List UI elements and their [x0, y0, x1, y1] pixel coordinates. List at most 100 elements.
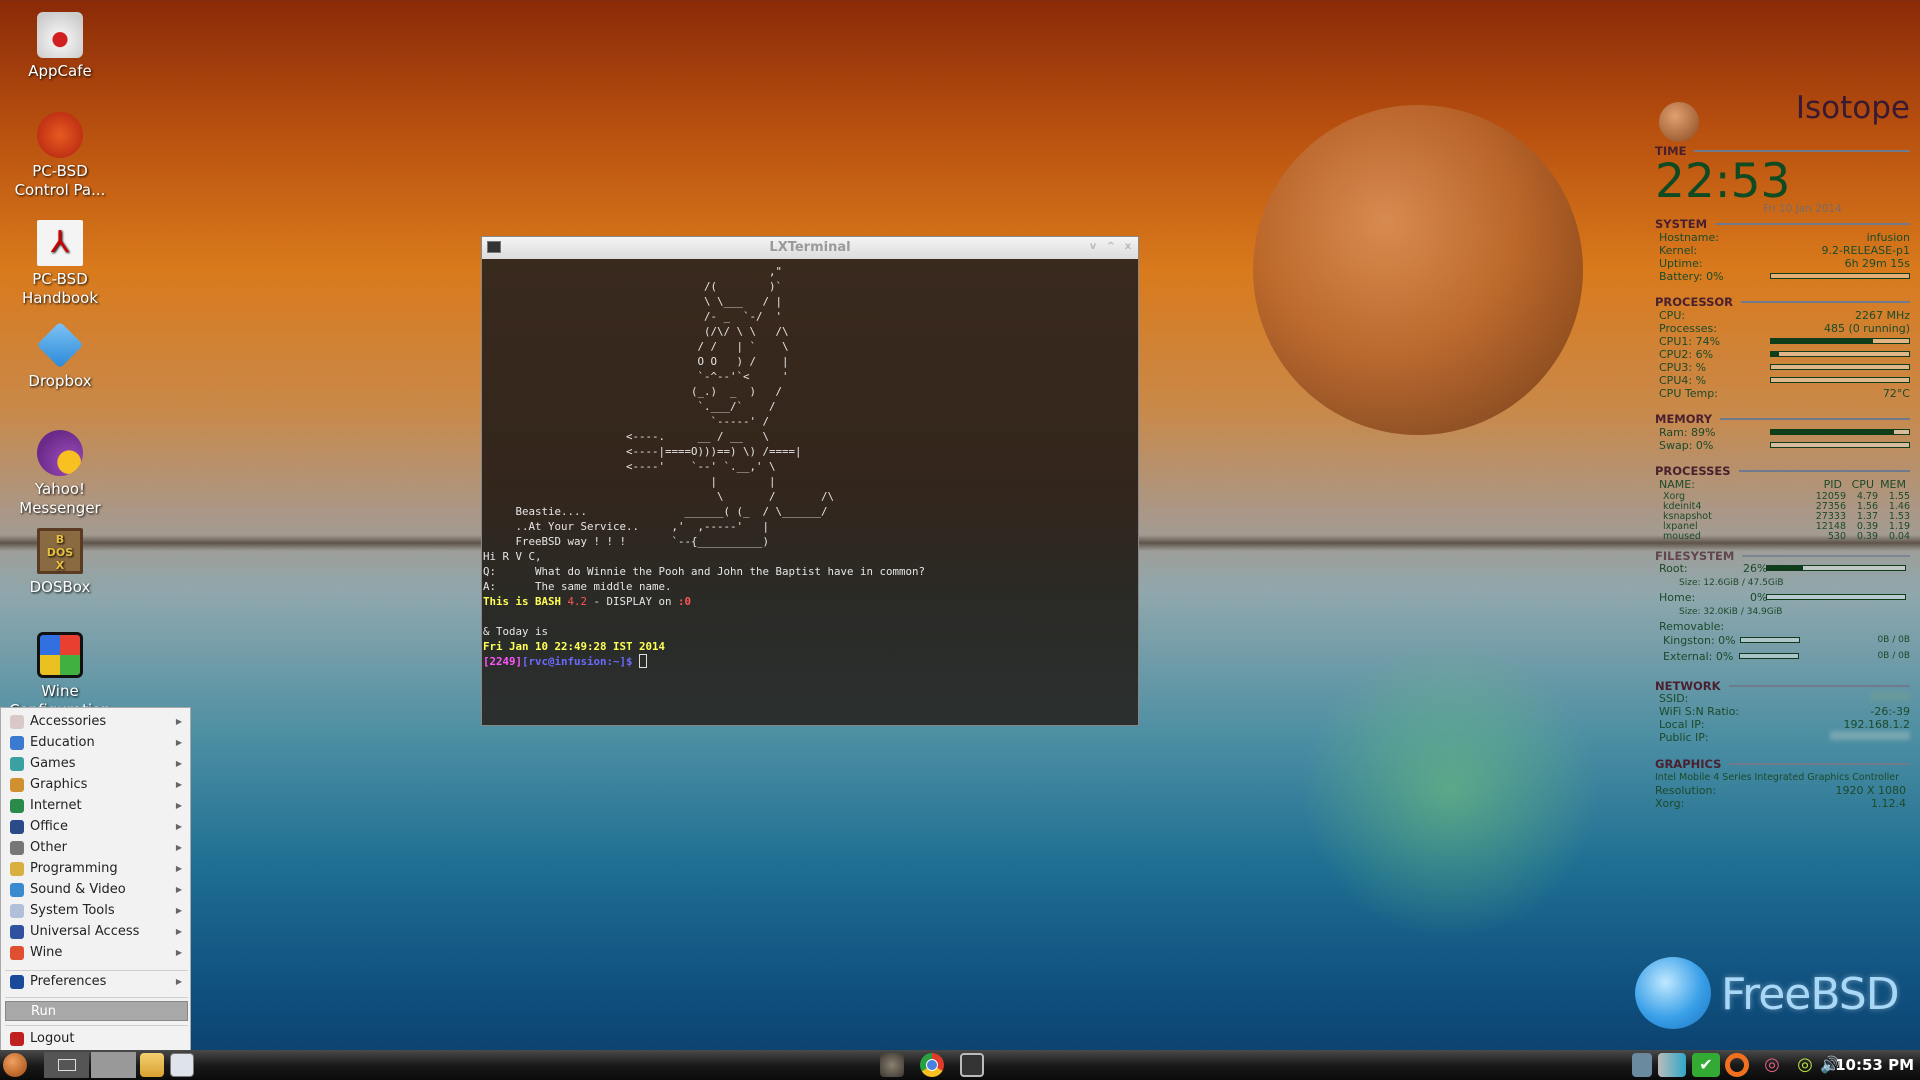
menu-item-programming[interactable]: Programming ▶ [5, 859, 188, 879]
category-icon [10, 736, 24, 750]
kingston-bar [1740, 637, 1800, 643]
battery-bar [1770, 273, 1910, 279]
category-icon [10, 862, 24, 876]
terminal-cursor [639, 654, 648, 668]
show-desktop-button[interactable] [44, 1052, 89, 1078]
window-title: LXTerminal [769, 240, 851, 255]
preferences-icon [10, 975, 24, 989]
beastie-head-icon [1659, 102, 1699, 142]
cpu4-bar [1770, 377, 1910, 383]
terminal-titlebar[interactable]: LXTerminal v ^ x [482, 237, 1138, 259]
menu-item-office[interactable]: Office ▶ [5, 817, 188, 837]
submenu-arrow-icon: ▶ [175, 927, 182, 936]
cpu3-bar [1770, 364, 1910, 370]
taskbar-launcher-slot[interactable] [91, 1052, 136, 1078]
desktop-icon-control-panel[interactable]: PC-BSD Control Pa... [5, 112, 115, 200]
maximize-button[interactable]: ^ [1104, 240, 1118, 254]
category-icon [10, 883, 24, 897]
gimp-icon[interactable] [880, 1053, 904, 1077]
minimize-button[interactable]: v [1086, 240, 1100, 254]
swap-bar [1770, 442, 1910, 448]
category-icon [10, 820, 24, 834]
wine-config-icon [37, 632, 83, 678]
yahoo-messenger-icon [37, 430, 83, 476]
start-menu-button[interactable] [3, 1053, 27, 1077]
desktop-icon-dropbox[interactable]: Dropbox [5, 321, 115, 391]
taskbar-clock[interactable]: 10:53 PM [1835, 1050, 1914, 1080]
cpu2-bar [1770, 351, 1910, 357]
disk-mount-icon[interactable] [1658, 1053, 1686, 1077]
update-manager-icon[interactable]: ✔ [1692, 1053, 1720, 1077]
conky-theme-title: Isotope [1795, 90, 1910, 126]
life-preserver-icon[interactable] [1725, 1053, 1749, 1077]
menu-separator [5, 970, 188, 971]
file-manager-icon[interactable] [140, 1053, 164, 1077]
menu-item-universal-access[interactable]: Universal Access ▶ [5, 922, 188, 942]
menu-item-internet[interactable]: Internet ▶ [5, 796, 188, 816]
menu-item-games[interactable]: Games ▶ [5, 754, 188, 774]
submenu-arrow-icon: ▶ [175, 843, 182, 852]
menu-item-preferences[interactable]: Preferences ▶ [5, 972, 188, 992]
wifi-strength-icon[interactable]: ◎ [1793, 1053, 1817, 1077]
beastie-ascii-art: ," /( )` \ \___ / | /- _ `-/ ' (/\/ \ \ … [515, 265, 835, 548]
category-icon [10, 904, 24, 918]
submenu-arrow-icon: ▶ [175, 801, 182, 810]
terminal-output[interactable]: ," /( )` \ \___ / | /- _ `-/ ' (/\/ \ \ … [482, 259, 1138, 669]
external-bar [1739, 653, 1799, 659]
category-icon [10, 799, 24, 813]
network-keyboard-icon[interactable] [1632, 1053, 1652, 1077]
desktop-icon-dosbox[interactable]: B DOS X DOSBox [5, 528, 115, 597]
process-row: moused 530 0.39 0.04 [1663, 531, 1910, 542]
menu-item-sound-video[interactable]: Sound & Video ▶ [5, 880, 188, 900]
chrome-icon[interactable] [920, 1053, 944, 1077]
menu-item-system-tools[interactable]: System Tools ▶ [5, 901, 188, 921]
taskbar: ✔ ◎ ◎ 🔊 10:53 PM [0, 1050, 1920, 1080]
menu-item-education[interactable]: Education ▶ [5, 733, 188, 753]
pdf-document-icon: ⅄ [37, 220, 83, 266]
clock-time: 22:53 [1655, 154, 1791, 209]
appcafe-mug-icon [37, 12, 83, 58]
menu-item-logout[interactable]: Logout [5, 1029, 188, 1049]
submenu-arrow-icon: ▶ [175, 822, 182, 831]
submenu-arrow-icon: ▶ [175, 885, 182, 894]
close-button[interactable]: x [1121, 240, 1135, 254]
cpu1-bar [1770, 338, 1910, 344]
ram-bar [1770, 429, 1910, 435]
desktop-icon-handbook[interactable]: ⅄ PC-BSD Handbook [5, 220, 115, 308]
start-menu: Accessories ▶ Education ▶ Games ▶ Graphics ▶ Int… [0, 707, 191, 1051]
menu-item-run[interactable]: Run [5, 1001, 188, 1021]
menu-separator [5, 997, 188, 998]
menu-item-graphics[interactable]: Graphics ▶ [5, 775, 188, 795]
root-fs-bar [1766, 565, 1906, 571]
category-icon [10, 757, 24, 771]
wireless-signal-icon[interactable]: ◎ [1760, 1053, 1784, 1077]
window-switcher-icon[interactable] [170, 1053, 194, 1077]
control-panel-tools-icon [37, 112, 83, 158]
desktop-icon-appcafe[interactable]: AppCafe [5, 12, 115, 81]
menu-item-accessories[interactable]: Accessories ▶ [5, 712, 188, 732]
submenu-arrow-icon: ▶ [175, 759, 182, 768]
submenu-arrow-icon: ▶ [175, 864, 182, 873]
category-icon [10, 841, 24, 855]
category-icon [10, 946, 24, 960]
terminal-icon [487, 241, 501, 253]
menu-item-other[interactable]: Other ▶ [5, 838, 188, 858]
desktop-icon-yahoo[interactable]: Yahoo! Messenger [5, 430, 115, 518]
freebsd-logo: FreeBSD [1635, 955, 1900, 1035]
category-icon [10, 715, 24, 729]
submenu-arrow-icon: ▶ [175, 717, 182, 726]
menu-separator [5, 1025, 188, 1026]
wallpaper-planet [1253, 105, 1583, 435]
submenu-arrow-icon: ▶ [175, 948, 182, 957]
dosbox-icon: B DOS X [37, 528, 83, 574]
category-icon [10, 925, 24, 939]
menu-item-wine[interactable]: Wine ▶ [5, 943, 188, 963]
clock-date: Fri 10 Jan 2014 [1763, 203, 1842, 215]
home-fs-bar [1766, 594, 1906, 600]
category-icon [10, 778, 24, 792]
submenu-arrow-icon: ▶ [175, 738, 182, 747]
monitor-icon[interactable] [960, 1053, 984, 1077]
submenu-arrow-icon: ▶ [175, 906, 182, 915]
wallpaper-glow [1300, 640, 1600, 940]
terminal-window[interactable]: LXTerminal v ^ x ," /( )` \ \___ / | /- … [481, 236, 1139, 726]
